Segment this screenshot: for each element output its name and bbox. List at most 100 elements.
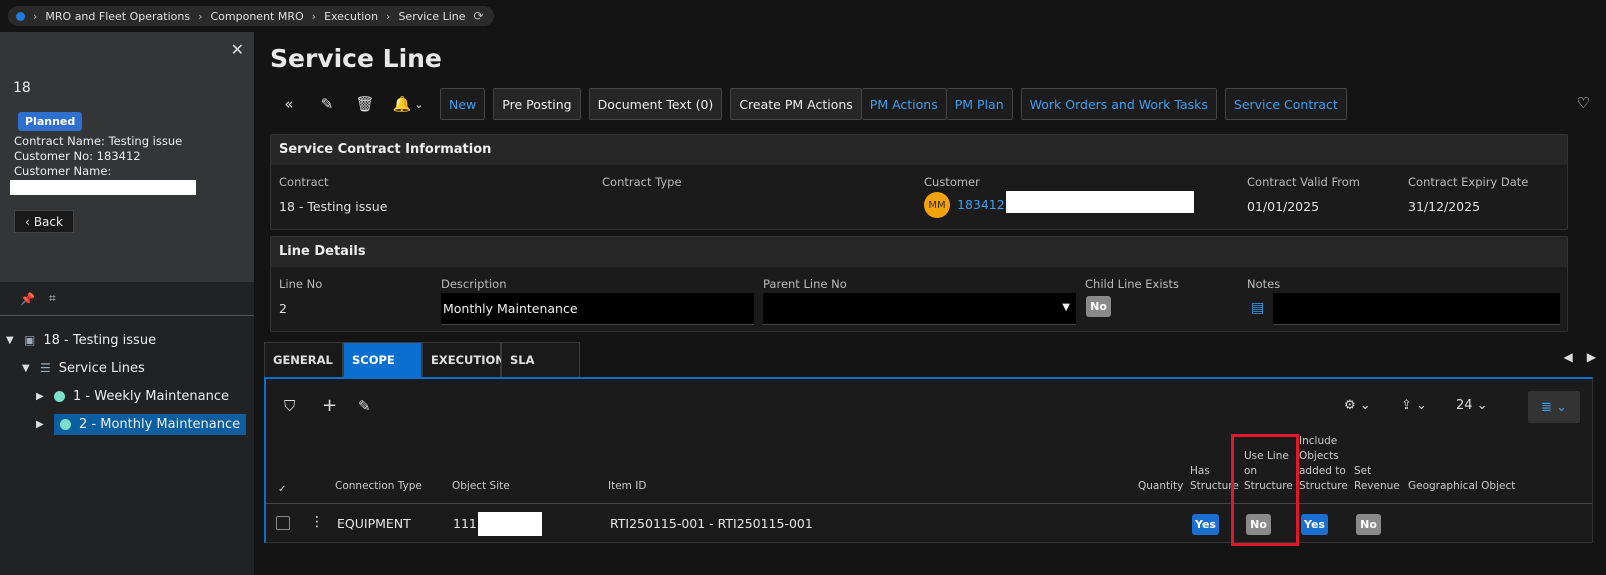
view-mode-button[interactable]: ≣ ⌄ (1528, 391, 1580, 423)
card-heading: Line Details (271, 237, 1567, 267)
pm-actions-button[interactable]: PM Actions (861, 88, 947, 120)
breadcrumb: › MRO and Fleet Operations › Component M… (8, 6, 494, 26)
tree-node-label: 18 - Testing issue (43, 332, 157, 348)
col-include-objects[interactable]: Include Objects added to Structure (1299, 434, 1348, 494)
chevron-right-icon: › (311, 9, 317, 23)
tab-bar: GENERAL SCOPE EXECUTION SLA (264, 342, 580, 377)
plus-icon[interactable]: + (322, 395, 337, 416)
customer-name: Customer Name: (14, 164, 112, 178)
settings-icon[interactable]: ⚙ ⌄ (1344, 398, 1371, 413)
redacted-box (10, 180, 196, 195)
tab-scope[interactable]: SCOPE (343, 342, 422, 377)
pm-plan-button[interactable]: PM Plan (946, 88, 1013, 120)
more-vertical-icon[interactable]: ⋮ (310, 514, 324, 530)
home-icon[interactable] (16, 11, 25, 21)
parent-line-select[interactable]: ▼ (763, 293, 1076, 325)
navigator-tree: ▼ ▣ 18 - Testing issue ▼ ☰ Service Lines… (0, 316, 254, 438)
document-text-button[interactable]: Document Text (0) (588, 88, 723, 120)
chevron-right-icon: › (198, 9, 203, 23)
customer-link[interactable]: 183412 - (957, 197, 1013, 212)
refresh-icon[interactable]: ⟳ (474, 9, 484, 23)
edit-icon[interactable]: ✎ (358, 397, 371, 415)
col-text: Include (1299, 435, 1338, 447)
heart-icon[interactable]: ♡ (1577, 94, 1590, 112)
row-checkbox[interactable] (276, 516, 290, 530)
tree-node[interactable]: ▼ ☰ Service Lines (0, 354, 254, 382)
double-chevron-left-icon[interactable]: « (270, 88, 308, 120)
tree-node[interactable]: ▶ 1 - Weekly Maintenance (0, 382, 254, 410)
child-line-toggle[interactable]: No (1086, 296, 1111, 317)
page-size-select[interactable]: 24 ⌄ (1456, 398, 1488, 413)
clipboard-icon[interactable]: ▤ (1251, 300, 1264, 316)
col-object-site[interactable]: Object Site (452, 479, 510, 494)
table-row[interactable]: ⋮ EQUIPMENT 111 RTI250115-001 - RTI25011… (266, 503, 1592, 541)
tree-node-label: 1 - Weekly Maintenance (73, 388, 229, 404)
customer-no: Customer No: 183412 (14, 149, 141, 163)
filter-icon[interactable]: ⛉ (284, 397, 295, 415)
create-pm-actions-button[interactable]: Create PM Actions (730, 88, 862, 120)
chevron-right-icon: › (386, 9, 391, 23)
export-icon[interactable]: ⇪ ⌄ (1401, 398, 1427, 413)
command-bar: « ✎ 🗑 🔔 ⌄ New Pre Posting Document Text … (270, 88, 1347, 120)
notes-label: Notes (1247, 277, 1281, 291)
back-label: Back (33, 214, 63, 229)
tree-node[interactable]: ▼ ▣ 18 - Testing issue (0, 326, 254, 354)
contract-name: Contract Name: Testing issue (14, 134, 183, 148)
pre-posting-button[interactable]: Pre Posting (493, 88, 581, 120)
status-dot-icon (60, 418, 71, 430)
avatar: MM (924, 192, 950, 218)
notes-field[interactable] (1273, 293, 1560, 325)
breadcrumb-item[interactable]: MRO and Fleet Operations (45, 10, 190, 23)
new-button[interactable]: New (440, 88, 486, 120)
back-button[interactable]: ‹ Back (14, 210, 74, 233)
work-orders-button[interactable]: Work Orders and Work Tasks (1020, 88, 1217, 120)
breadcrumb-item[interactable]: Execution (324, 10, 378, 23)
col-item-id[interactable]: Item ID (608, 479, 646, 494)
pin-icon[interactable]: 📌 (20, 292, 35, 306)
tab-sla[interactable]: SLA (501, 342, 580, 377)
col-text: Revenue (1354, 480, 1400, 492)
contract-value: 18 - Testing issue (279, 199, 388, 214)
contract-label: Contract (279, 175, 329, 189)
expiry-value: 31/12/2025 (1408, 199, 1481, 214)
cell-connection-type: EQUIPMENT (337, 516, 411, 531)
service-contract-button[interactable]: Service Contract (1224, 88, 1347, 120)
caret-right-icon[interactable]: ▶ (36, 419, 46, 430)
col-text: Has (1190, 465, 1210, 477)
tab-execution[interactable]: EXECUTION (422, 342, 505, 377)
line-no-label: Line No (279, 277, 323, 291)
caret-down-icon[interactable]: ▼ (6, 335, 16, 346)
col-quantity[interactable]: Quantity (1138, 479, 1183, 494)
chevron-left-icon: ‹ (25, 214, 30, 229)
record-id: 18 (13, 80, 31, 96)
col-text: Objects (1299, 450, 1339, 462)
tab-general[interactable]: GENERAL (264, 342, 343, 377)
tree-node-text: 2 - Monthly Maintenance (79, 416, 241, 432)
cell-set-revenue: No (1356, 514, 1381, 535)
select-all-check[interactable]: ✓ (278, 482, 286, 497)
col-set-revenue[interactable]: Set Revenue (1354, 464, 1400, 494)
trash-icon[interactable]: 🗑 (346, 88, 384, 120)
cell-object-site[interactable]: 111 (453, 516, 477, 531)
triangle-right-icon[interactable]: ▶ (1587, 350, 1596, 364)
cell-has-structure: Yes (1192, 514, 1219, 535)
caret-down-icon: ▼ (1062, 302, 1070, 313)
valid-from-label: Contract Valid From (1247, 175, 1360, 189)
caret-right-icon[interactable]: ▶ (36, 391, 46, 402)
col-connection-type[interactable]: Connection Type (335, 479, 422, 494)
caret-down-icon[interactable]: ▼ (22, 363, 32, 374)
triangle-left-icon[interactable]: ◀ (1564, 350, 1573, 364)
main-content: Service Line « ✎ 🗑 🔔 ⌄ New Pre Posting D… (254, 32, 1606, 575)
bell-icon[interactable]: 🔔 ⌄ (384, 88, 432, 120)
expand-all-icon[interactable]: ⌗ (49, 291, 56, 306)
cell-item-id: RTI250115-001 - RTI250115-001 (610, 516, 813, 531)
breadcrumb-item[interactable]: Component MRO (211, 10, 304, 23)
col-geographical-object[interactable]: Geographical Object (1408, 479, 1515, 494)
close-icon[interactable]: ✕ (231, 40, 244, 59)
contract-type-label: Contract Type (602, 175, 682, 189)
redacted-box (1006, 191, 1194, 213)
tree-node-selected[interactable]: ▶ 2 - Monthly Maintenance (0, 410, 254, 438)
scope-grid: ⛉ + ✎ ⚙ ⌄ ⇪ ⌄ 24 ⌄ ≣ ⌄ ✓ Connection Type… (264, 377, 1593, 543)
description-field[interactable]: Monthly Maintenance (441, 293, 754, 325)
edit-icon[interactable]: ✎ (308, 88, 346, 120)
